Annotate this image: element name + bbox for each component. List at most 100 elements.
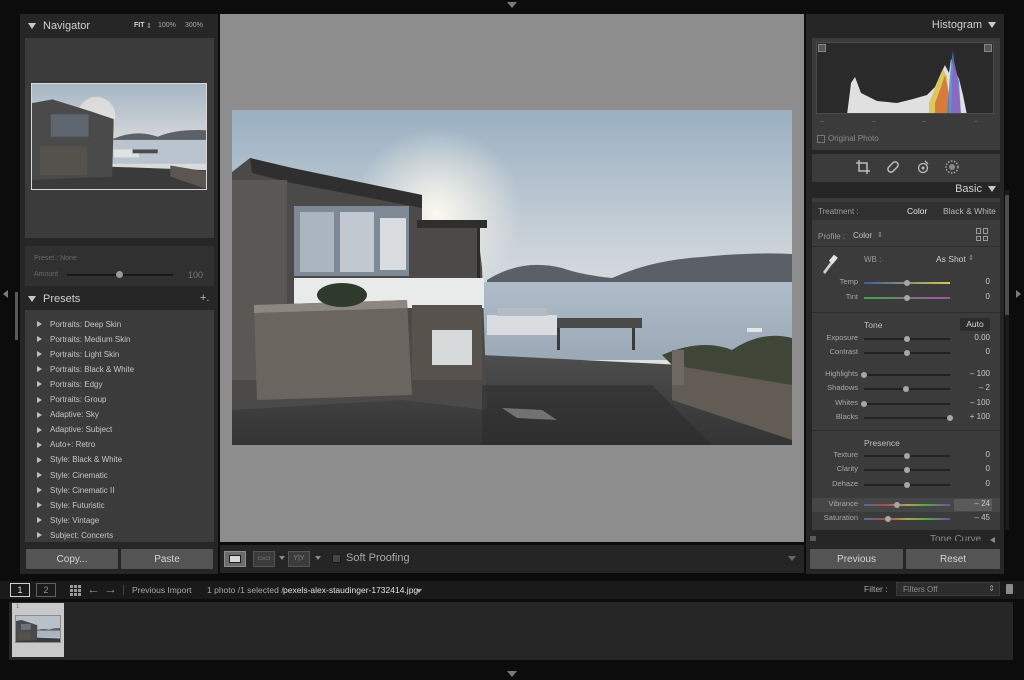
- clarity-slider-knob[interactable]: [904, 467, 910, 473]
- filter-lock-icon[interactable]: [1006, 584, 1013, 594]
- expand-triangle-icon[interactable]: [37, 502, 42, 509]
- healing-tool-icon[interactable]: [886, 160, 900, 174]
- blacks-slider-track[interactable]: [864, 417, 950, 419]
- tone-auto-button[interactable]: Auto: [960, 318, 990, 331]
- copy-button[interactable]: Copy...: [26, 549, 118, 569]
- expand-triangle-icon[interactable]: [37, 456, 42, 463]
- collapse-triangle-icon[interactable]: [28, 23, 36, 29]
- whites-value[interactable]: – 100: [960, 398, 990, 407]
- preset-item[interactable]: Adaptive: Subject: [37, 424, 112, 436]
- preset-item[interactable]: Style: Black & White: [37, 454, 122, 466]
- highlights-slider-knob[interactable]: [861, 372, 867, 378]
- tint-slider-knob[interactable]: [904, 295, 910, 301]
- crop-tool-icon[interactable]: [856, 160, 870, 174]
- red-eye-tool-icon[interactable]: [916, 160, 930, 174]
- preset-item[interactable]: Portraits: Medium Skin: [37, 333, 130, 345]
- blacks-value[interactable]: + 100: [960, 412, 990, 421]
- saturation-slider-knob[interactable]: [885, 516, 892, 522]
- back-arrow-icon[interactable]: 🠀: [89, 583, 98, 602]
- profile-dropdown[interactable]: Color: [853, 231, 872, 240]
- temp-slider-knob[interactable]: [904, 280, 910, 286]
- left-panel-toggle-icon[interactable]: [3, 290, 8, 298]
- expand-triangle-icon[interactable]: [37, 396, 42, 403]
- expand-triangle-icon[interactable]: [37, 381, 42, 388]
- preset-item[interactable]: Style: Cinematic: [37, 469, 108, 481]
- tone-curve-header[interactable]: Tone Curve: [930, 535, 981, 541]
- filename-dropdown[interactable]: pexels-alex-staudinger-1732414.jpg: [283, 585, 418, 595]
- histogram-graph[interactable]: [816, 42, 994, 114]
- filmstrip-thumbnail[interactable]: [15, 615, 61, 643]
- collapse-triangle-icon[interactable]: [28, 296, 36, 302]
- vibrance-value[interactable]: – 24: [960, 499, 990, 508]
- saturation-slider-track[interactable]: [864, 518, 950, 520]
- wb-dropdown-arrows-icon[interactable]: ⇕: [968, 254, 974, 262]
- soft-proofing-label[interactable]: Soft Proofing: [346, 552, 410, 564]
- loupe-view-button[interactable]: [224, 551, 246, 567]
- navigator-preview[interactable]: [25, 38, 214, 238]
- preset-item[interactable]: Portraits: Group: [37, 394, 106, 406]
- wb-dropdown[interactable]: As Shot: [936, 254, 966, 264]
- whites-slider-track[interactable]: [864, 403, 950, 405]
- zoom-fit-option[interactable]: FIT: [134, 22, 145, 29]
- clarity-value[interactable]: 0: [960, 464, 990, 473]
- highlights-slider-track[interactable]: [864, 374, 950, 376]
- zoom-100-option[interactable]: 100%: [158, 22, 176, 29]
- view-2-button[interactable]: 2: [36, 583, 56, 597]
- vibrance-slider-knob[interactable]: [893, 502, 900, 508]
- treatment-bw-option[interactable]: Black & White: [943, 206, 996, 216]
- before-after-lr-button[interactable]: ▭▭: [253, 551, 275, 567]
- previous-button[interactable]: Previous: [810, 549, 903, 569]
- bottom-panel-toggle-icon[interactable]: [507, 671, 517, 677]
- view-1-button[interactable]: 1: [10, 583, 30, 597]
- toolbar-menu-icon[interactable]: [788, 556, 796, 561]
- preset-item[interactable]: Portraits: Deep Skin: [37, 318, 121, 330]
- profile-browser-icon[interactable]: [976, 228, 989, 241]
- highlight-clipping-icon[interactable]: [984, 44, 992, 52]
- grid-view-icon[interactable]: [70, 585, 81, 596]
- masking-tool-icon[interactable]: [945, 160, 959, 174]
- vibrance-slider-track[interactable]: [864, 504, 950, 506]
- preset-item[interactable]: Auto+: Retro: [37, 439, 95, 451]
- saturation-value[interactable]: – 45: [960, 513, 990, 522]
- reset-button[interactable]: Reset: [906, 549, 1000, 569]
- filename-dropdown-icon[interactable]: [416, 589, 422, 593]
- paste-button[interactable]: Paste: [121, 549, 213, 569]
- source-label[interactable]: Previous Import: [132, 585, 192, 595]
- exposure-slider-knob[interactable]: [904, 336, 910, 342]
- dehaze-slider-knob[interactable]: [904, 482, 910, 488]
- preset-item[interactable]: Subject: Concerts: [37, 529, 113, 541]
- tone-curve-collapse-icon[interactable]: [990, 537, 995, 543]
- texture-value[interactable]: 0: [960, 450, 990, 459]
- contrast-value[interactable]: 0: [960, 347, 990, 356]
- forward-arrow-icon[interactable]: 🠂: [106, 583, 115, 602]
- whites-slider-knob[interactable]: [861, 401, 867, 407]
- expand-triangle-icon[interactable]: [37, 487, 42, 494]
- expand-triangle-icon[interactable]: [37, 532, 42, 539]
- main-photo[interactable]: [232, 110, 792, 445]
- preset-item[interactable]: Portraits: Light Skin: [37, 348, 119, 360]
- profile-dropdown-arrows-icon[interactable]: ⇕: [877, 231, 883, 239]
- treatment-color-option[interactable]: Color: [907, 206, 927, 216]
- filter-dropdown[interactable]: Filters Off ⇕: [896, 582, 1000, 596]
- collapse-triangle-icon[interactable]: [988, 22, 996, 28]
- eyedropper-icon[interactable]: [820, 252, 838, 274]
- shadow-clipping-icon[interactable]: [818, 44, 826, 52]
- preset-item[interactable]: Portraits: Black & White: [37, 363, 134, 375]
- top-panel-toggle-icon[interactable]: [507, 2, 517, 8]
- expand-triangle-icon[interactable]: [37, 472, 42, 478]
- soft-proofing-checkbox[interactable]: [332, 554, 341, 563]
- preset-item[interactable]: Style: Futuristic: [37, 499, 105, 511]
- before-after-dropdown-icon[interactable]: [279, 556, 285, 560]
- before-after-tb-button[interactable]: Y|Y: [288, 551, 310, 567]
- expand-triangle-icon[interactable]: [37, 351, 42, 358]
- navigator-thumbnail[interactable]: [31, 83, 207, 190]
- histogram-header[interactable]: Histogram: [932, 19, 996, 31]
- contrast-slider-knob[interactable]: [904, 350, 910, 356]
- expand-triangle-icon[interactable]: [37, 517, 42, 524]
- right-scrollbar-thumb[interactable]: [1005, 195, 1009, 315]
- highlights-value[interactable]: – 100: [960, 369, 990, 378]
- preset-item[interactable]: Style: Cinematic II: [37, 484, 114, 496]
- preset-item[interactable]: Portraits: Edgy: [37, 378, 102, 390]
- blacks-slider-knob[interactable]: [947, 415, 953, 421]
- texture-slider-knob[interactable]: [904, 453, 910, 459]
